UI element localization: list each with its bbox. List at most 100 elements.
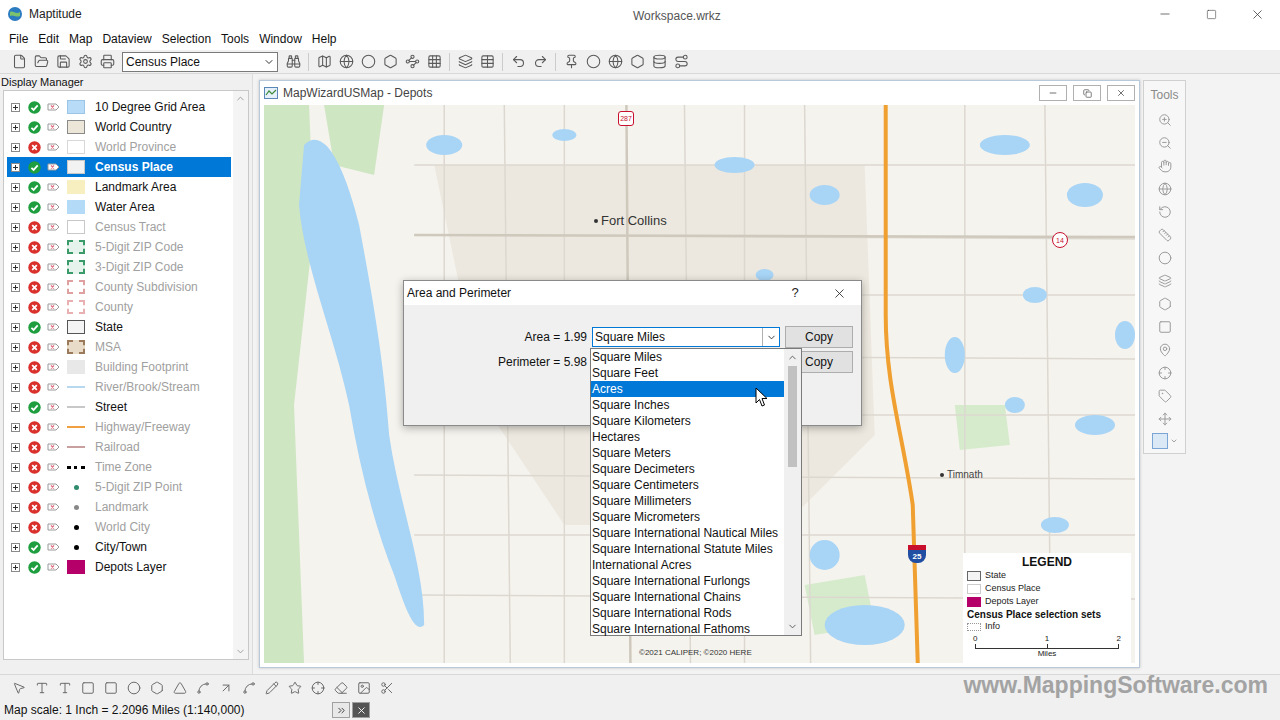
expand-toggle[interactable] <box>11 383 20 392</box>
symbol-button[interactable] <box>284 677 306 699</box>
label-icon[interactable] <box>47 421 60 433</box>
hidden-icon[interactable] <box>28 221 41 234</box>
arrow-button[interactable] <box>215 677 237 699</box>
map-close-button[interactable] <box>1107 85 1135 101</box>
circle-button[interactable] <box>357 51 379 73</box>
hidden-icon[interactable] <box>28 281 41 294</box>
layer-row[interactable]: 3-Digit ZIP Code <box>7 257 231 277</box>
label-icon[interactable] <box>47 221 60 233</box>
select-polygon-button[interactable] <box>1154 293 1176 315</box>
expand-toggle[interactable] <box>11 223 20 232</box>
menu-item[interactable]: Dataview <box>97 30 156 48</box>
layer-row[interactable]: Depots Layer <box>7 557 231 577</box>
label-icon[interactable] <box>47 341 60 353</box>
unit-option[interactable]: Square Meters <box>591 445 784 461</box>
ruler-button[interactable] <box>1154 224 1176 246</box>
new-button[interactable] <box>8 51 30 73</box>
status-expand-button[interactable] <box>332 702 350 718</box>
ellipse-button[interactable] <box>146 677 168 699</box>
label-icon[interactable] <box>47 441 60 453</box>
expand-toggle[interactable] <box>11 203 20 212</box>
maximize-button[interactable] <box>1188 0 1234 28</box>
palette-mode-select[interactable] <box>1152 433 1178 449</box>
unit-option[interactable]: Square Decimeters <box>591 461 784 477</box>
layer-row[interactable]: 5-Digit ZIP Code <box>7 237 231 257</box>
move-button[interactable] <box>1154 408 1176 430</box>
label-icon[interactable] <box>47 241 60 253</box>
map-minimize-button[interactable] <box>1039 85 1067 101</box>
menu-item[interactable]: Window <box>254 30 307 48</box>
expand-toggle[interactable] <box>11 443 20 452</box>
label-icon[interactable] <box>47 121 60 133</box>
settings-button[interactable] <box>74 51 96 73</box>
unit-option[interactable]: Square International Furlongs <box>591 573 784 589</box>
open-button[interactable] <box>30 51 52 73</box>
expand-toggle[interactable] <box>11 103 20 112</box>
label-icon[interactable] <box>47 141 60 153</box>
label-icon[interactable] <box>47 361 60 373</box>
polygon-button[interactable] <box>379 51 401 73</box>
scroll-down-icon[interactable] <box>235 646 246 657</box>
label-icon[interactable] <box>47 541 60 553</box>
layer-row[interactable]: World City <box>7 517 231 537</box>
save-button[interactable] <box>52 51 74 73</box>
scroll-thumb[interactable] <box>788 366 797 467</box>
label-icon[interactable] <box>47 521 60 533</box>
image-button[interactable] <box>353 677 375 699</box>
filled-rectangle-button[interactable] <box>100 677 122 699</box>
scroll-down-icon[interactable] <box>787 621 798 632</box>
layer-row[interactable]: County <box>7 297 231 317</box>
label-icon[interactable] <box>47 561 60 573</box>
layer-row[interactable]: Census Tract <box>7 217 231 237</box>
layer-row[interactable]: 10 Degree Grid Area <box>7 97 231 117</box>
expand-toggle[interactable] <box>11 283 20 292</box>
layer-row[interactable]: Time Zone <box>7 457 231 477</box>
unit-option[interactable]: Square Centimeters <box>591 477 784 493</box>
rectangle-button[interactable] <box>77 677 99 699</box>
new-map-button[interactable] <box>313 51 335 73</box>
layer-row[interactable]: River/Brook/Stream <box>7 377 231 397</box>
layer-row[interactable]: Census Place <box>7 157 231 177</box>
unit-option[interactable]: Square Kilometers <box>591 413 784 429</box>
hidden-icon[interactable] <box>28 261 41 274</box>
expand-toggle[interactable] <box>11 123 20 132</box>
layer-row[interactable]: World Province <box>7 137 231 157</box>
grid-button[interactable] <box>423 51 445 73</box>
hidden-icon[interactable] <box>28 521 41 534</box>
layer-select[interactable]: Census Place <box>122 52 278 72</box>
minimize-button[interactable] <box>1142 0 1188 28</box>
layer-row[interactable]: County Subdivision <box>7 277 231 297</box>
hidden-icon[interactable] <box>28 501 41 514</box>
target-button[interactable] <box>1154 362 1176 384</box>
copy-button[interactable]: Copy <box>785 326 853 348</box>
print-button[interactable] <box>96 51 118 73</box>
hidden-icon[interactable] <box>28 141 41 154</box>
recenter-button[interactable] <box>1154 178 1176 200</box>
curved-text-button[interactable] <box>54 677 76 699</box>
layer-row[interactable]: Highway/Freeway <box>7 417 231 437</box>
expand-toggle[interactable] <box>11 523 20 532</box>
freehand-button[interactable] <box>192 677 214 699</box>
radius-button[interactable] <box>582 51 604 73</box>
expand-toggle[interactable] <box>11 143 20 152</box>
unit-option[interactable]: Square International Rods <box>591 605 784 621</box>
expand-toggle[interactable] <box>11 543 20 552</box>
pencil-button[interactable] <box>261 677 283 699</box>
select-button[interactable] <box>8 677 30 699</box>
expand-toggle[interactable] <box>11 483 20 492</box>
unit-option[interactable]: Square Feet <box>591 365 784 381</box>
point-button[interactable] <box>307 677 329 699</box>
expand-toggle[interactable] <box>11 323 20 332</box>
visible-icon[interactable] <box>28 561 41 574</box>
layer-row[interactable]: MSA <box>7 337 231 357</box>
hidden-icon[interactable] <box>28 301 41 314</box>
layer-row[interactable]: State <box>7 317 231 337</box>
expand-toggle[interactable] <box>11 183 20 192</box>
expand-toggle[interactable] <box>11 343 20 352</box>
visible-icon[interactable] <box>28 401 41 414</box>
layer-row[interactable]: 5-Digit ZIP Point <box>7 477 231 497</box>
dataview-button[interactable] <box>476 51 498 73</box>
territory-button[interactable] <box>604 51 626 73</box>
visible-icon[interactable] <box>28 121 41 134</box>
scroll-up-icon[interactable] <box>235 93 246 104</box>
